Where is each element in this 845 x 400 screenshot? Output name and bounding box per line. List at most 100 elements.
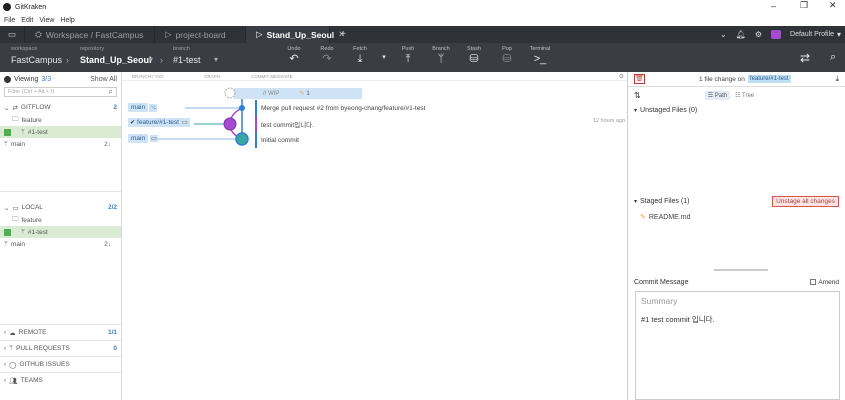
local-branch-main[interactable]: ᛘ main 2↓: [0, 238, 121, 250]
github-issues-section-header[interactable]: › ◯ GITHUB ISSUES: [0, 356, 121, 372]
monitor-icon: ▭: [150, 135, 158, 142]
profile-avatar[interactable]: [771, 30, 782, 39]
local-count: 2/2: [107, 204, 117, 211]
staged-file-name: README.md: [648, 213, 691, 221]
fetch-button[interactable]: Fetch ⤓: [346, 46, 374, 65]
gear-icon[interactable]: ⚙: [755, 30, 762, 39]
close-button[interactable]: ✕: [829, 0, 837, 11]
commit-time: 12 hours ago: [592, 118, 625, 124]
unstaged-header[interactable]: ▾ Unstaged Files (0): [628, 103, 845, 117]
ref-main-initial[interactable]: main ▭: [128, 134, 158, 143]
branch-button[interactable]: Branch ᛘ: [427, 46, 455, 65]
filter-input[interactable]: Filter (Ctrl + Alt + f) ⌕: [4, 87, 117, 97]
commit-row[interactable]: Merge pull request #2 from byeong-chang/…: [255, 100, 625, 116]
ref-main-head[interactable]: main ⌥: [128, 103, 158, 112]
pull-requests-label: PULL REQUESTS: [16, 345, 70, 352]
commit-message: Merge pull request #2 from byeong-chang/…: [261, 104, 426, 112]
folder-label: feature: [21, 116, 42, 124]
trash-icon[interactable]: 🗑︎: [634, 74, 645, 84]
amend-checkbox[interactable]: [810, 279, 817, 285]
monitor-icon: ▭: [12, 204, 19, 212]
staged-header[interactable]: ▾ Staged Files (1) Unstage all changes: [628, 194, 845, 208]
local-folder-feature[interactable]: 🗀︎ feature: [0, 214, 121, 226]
undo-label: Undo: [287, 46, 301, 52]
remote-count: 1/1: [107, 329, 117, 336]
local-section-header[interactable]: ⌄ ▭ LOCAL 2/2: [0, 201, 121, 214]
gitflow-branch-1-test[interactable]: ᛘ #1-test: [0, 126, 121, 138]
checkbox-icon[interactable]: [4, 228, 11, 236]
branch-icon: ᛘ: [4, 240, 8, 248]
stash-button[interactable]: Stash ⛁: [460, 46, 488, 65]
home-tab[interactable]: ▭: [0, 26, 26, 43]
branch-selector[interactable]: #1-test: [173, 55, 201, 65]
pop-icon: ⛁: [502, 53, 512, 65]
pop-button[interactable]: Pop ⛁: [493, 46, 521, 65]
gitflow-folder-feature[interactable]: 🗀︎ feature: [0, 114, 121, 126]
workspace-icon: ⛭: [35, 29, 42, 39]
show-all-button[interactable]: Show All: [90, 76, 117, 83]
remote-section-header[interactable]: › ☁ REMOTE 1/1: [0, 324, 121, 340]
wip-node[interactable]: [224, 87, 236, 99]
new-tab-button[interactable]: +: [330, 26, 356, 43]
changes-text: 1 file change on: [699, 75, 745, 83]
commit-row[interactable]: Initial commit: [255, 132, 625, 148]
chevron-down-icon[interactable]: ▾: [149, 55, 153, 64]
tab-project-board[interactable]: ▷ project-board: [155, 26, 247, 43]
teams-section-header[interactable]: › 👥︎ TEAMS: [0, 372, 121, 388]
bell-icon[interactable]: 🔔︎: [736, 30, 746, 39]
gitflow-branch-main[interactable]: ᛘ main 2↓: [0, 138, 121, 150]
viewing-row: Viewing 3/3 Show All: [0, 72, 121, 86]
gitflow-section-header[interactable]: ⌄ ⇄ GITFLOW 2: [0, 101, 121, 114]
chevron-down-icon[interactable]: ▾: [214, 55, 218, 64]
branch-icon: ᛘ: [21, 228, 25, 236]
staged-file-readme[interactable]: ✎ README.md: [640, 213, 691, 222]
pull-requests-section-header[interactable]: › ᛘ PULL REQUESTS 0: [0, 340, 121, 356]
minimize-button[interactable]: –: [771, 1, 776, 11]
viewing-count: 3/3: [41, 75, 52, 83]
commit-avatar-node[interactable]: [235, 132, 249, 146]
pull-requests-count: 0: [113, 345, 117, 352]
lfs-icon[interactable]: ⇄: [800, 51, 810, 65]
repository-caption: repository: [80, 46, 105, 52]
remote-label: REMOTE: [18, 329, 47, 336]
push-button[interactable]: Push ⤒: [394, 46, 422, 65]
workspace-selector[interactable]: FastCampus: [11, 55, 62, 65]
tab-stand-up-seoul[interactable]: ▷ Stand_Up_Seoul ✕: [246, 26, 345, 43]
toolbar-actions: Undo ↶ Redo ↷ Fetch ⤓ ▾ Push ⤒ Branch ᛘ Stash…: [280, 46, 554, 65]
gear-icon[interactable]: ⚙: [619, 73, 624, 80]
repository-selector[interactable]: Stand_Up_Seoul: [80, 55, 152, 65]
chevron-down-icon[interactable]: ▾: [837, 30, 841, 39]
terminal-button[interactable]: Terminal >_: [526, 46, 554, 65]
local-branch-1-test[interactable]: ᛘ #1-test: [0, 226, 121, 238]
menu-view[interactable]: View: [39, 17, 54, 24]
menu-edit[interactable]: Edit: [21, 17, 33, 24]
branch-icon: ᛘ: [21, 128, 25, 136]
redo-button[interactable]: Redo ↷: [313, 46, 341, 65]
terminal-icon: >_: [533, 53, 547, 65]
fetch-options-button[interactable]: ▾: [379, 48, 389, 63]
sort-icon[interactable]: ⇅: [634, 91, 641, 100]
chevron-down-icon[interactable]: ⌄: [720, 30, 727, 39]
profile-name[interactable]: Default Profile: [790, 31, 834, 38]
stash-label: Stash: [466, 46, 482, 52]
unstage-all-button[interactable]: Unstage all changes: [772, 195, 839, 207]
maximize-button[interactable]: ❐: [800, 0, 808, 11]
undo-button[interactable]: Undo ↶: [280, 46, 308, 65]
search-icon[interactable]: ⌕: [830, 51, 836, 64]
menu-file[interactable]: File: [4, 17, 15, 24]
commit-message-box[interactable]: Summary #1 test commit 입니다.: [635, 291, 840, 400]
path-view-button[interactable]: ☰ Path: [704, 90, 731, 100]
resize-handle[interactable]: [714, 269, 768, 271]
commit-row[interactable]: test commit입니다. 12 hours ago: [255, 116, 625, 132]
toolbar: workspace FastCampus › repository Stand_…: [0, 43, 845, 72]
tree-view-button[interactable]: ☷ Tree: [732, 91, 757, 100]
commit-avatar-node[interactable]: [223, 117, 237, 131]
menu-help[interactable]: Help: [60, 17, 74, 24]
commit-node[interactable]: [239, 105, 245, 111]
checkbox-icon[interactable]: [4, 128, 11, 136]
tab-workspace[interactable]: ⛭ Workspace / FastCampus: [25, 26, 156, 43]
pull-request-icon: ᛘ: [9, 345, 14, 352]
download-icon[interactable]: ⤓: [835, 74, 839, 84]
filter-placeholder: Filter (Ctrl + Alt + f): [8, 89, 55, 95]
ref-feature-1-test[interactable]: ✔ feature/#1-test ▭: [128, 118, 190, 127]
